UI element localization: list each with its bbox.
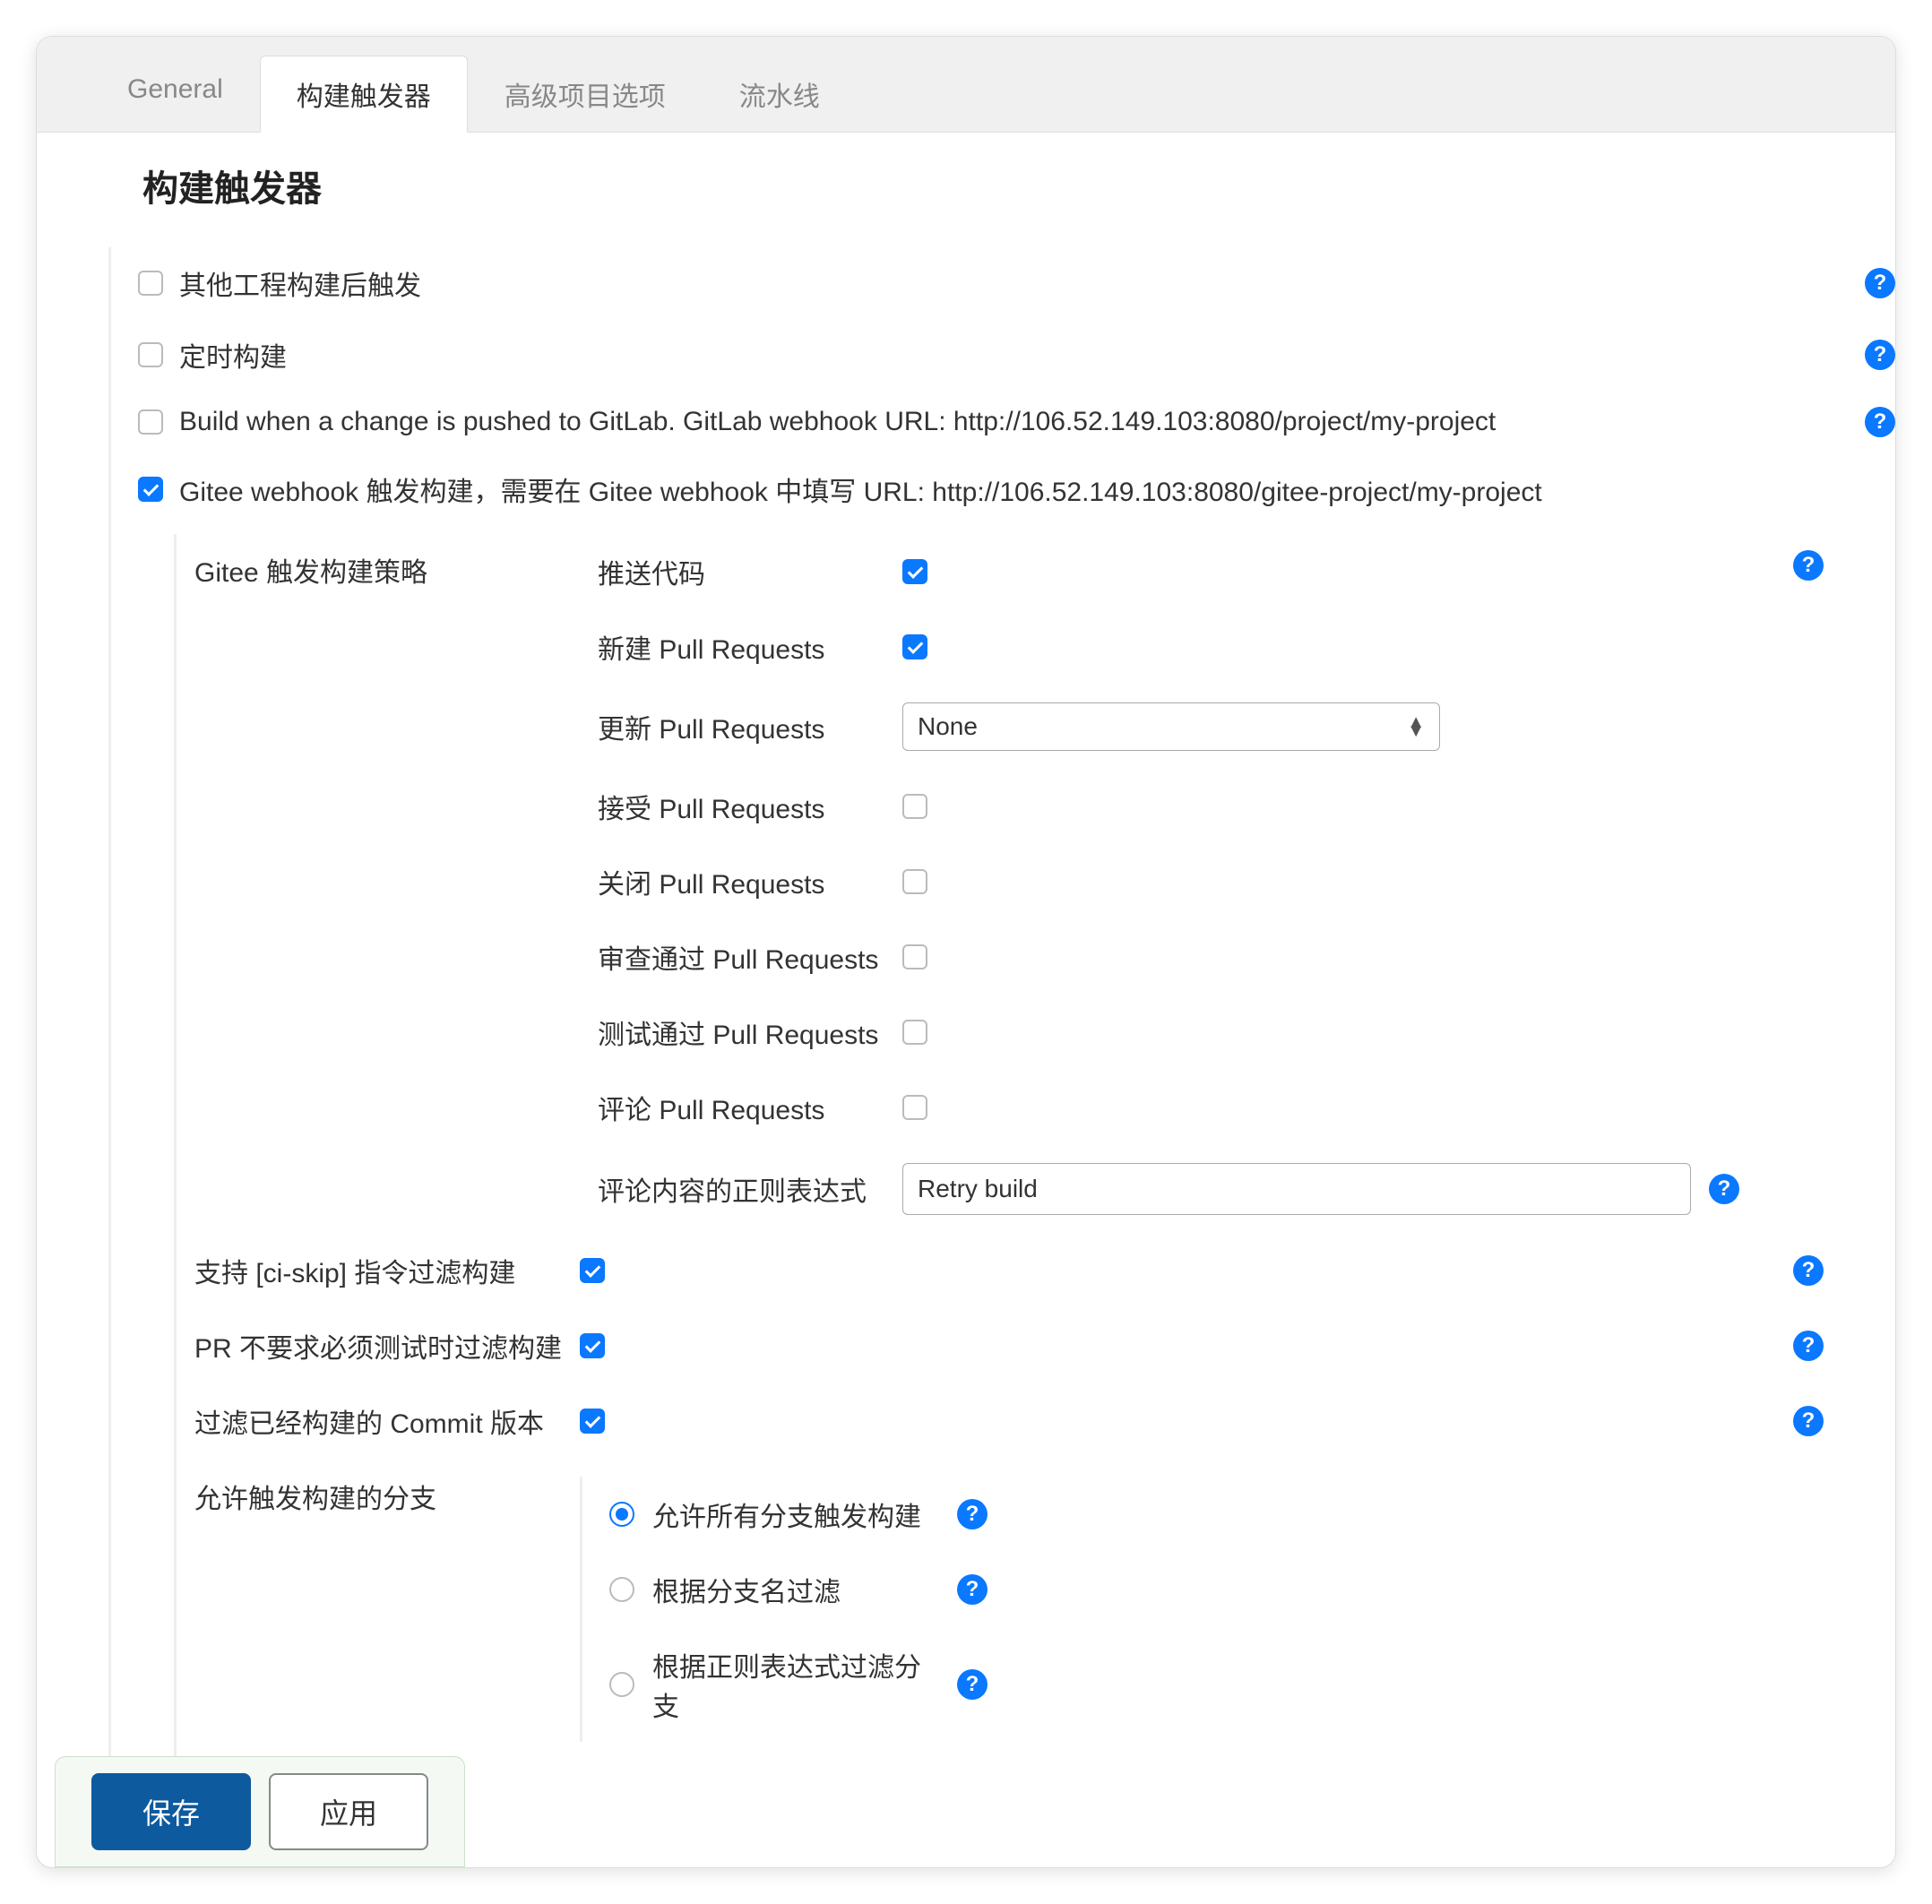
- update-pr-select[interactable]: None ▲▼: [902, 702, 1440, 751]
- branch-name-label: 根据分支名过滤: [652, 1570, 921, 1609]
- help-icon[interactable]: ?: [1793, 1255, 1824, 1286]
- trigger-other-project-label: 其他工程构建后触发: [179, 263, 421, 303]
- comment-pr-label: 评论 Pull Requests: [598, 1088, 902, 1127]
- comment-regex-input[interactable]: [902, 1163, 1691, 1215]
- trigger-gitlab-checkbox[interactable]: [138, 409, 163, 435]
- review-pr-checkbox[interactable]: [902, 944, 927, 969]
- tab-advanced[interactable]: 高级项目选项: [468, 56, 703, 133]
- new-pr-row: 新建 Pull Requests: [598, 609, 1824, 685]
- allowed-branches-label: 允许触发构建的分支: [194, 1477, 580, 1516]
- branch-regex-radio[interactable]: [609, 1672, 634, 1697]
- filter-built-row: 过滤已经构建的 Commit 版本 ?: [194, 1383, 1824, 1459]
- trigger-gitlab-row: Build when a change is pushed to GitLab.…: [138, 391, 1824, 453]
- push-row: 推送代码: [598, 534, 1824, 609]
- test-pr-label: 测试通过 Pull Requests: [598, 1012, 902, 1052]
- gitee-config: ? Gitee 触发构建策略 推送代码 新建 Pull Requests: [174, 534, 1824, 1760]
- push-checkbox[interactable]: [902, 559, 927, 584]
- apply-button[interactable]: 应用: [269, 1773, 428, 1850]
- triggers-list: 其他工程构建后触发 ? 定时构建 ? Build when a change i…: [108, 247, 1824, 1760]
- filter-built-checkbox[interactable]: [580, 1409, 605, 1434]
- trigger-other-project-row: 其他工程构建后触发 ?: [138, 247, 1824, 319]
- branch-options: 允许所有分支触发构建 ? 根据分支名过滤 ? 根据正则表达式过滤分支 ?: [580, 1477, 1824, 1742]
- comment-regex-row: 评论内容的正则表达式 ?: [598, 1145, 1824, 1233]
- branch-regex-label: 根据正则表达式过滤分支: [652, 1645, 921, 1724]
- pr-no-test-label: PR 不要求必须测试时过滤构建: [194, 1326, 580, 1366]
- content-area: 构建触发器 其他工程构建后触发 ? 定时构建 ? Build when a ch…: [37, 133, 1895, 1867]
- test-pr-row: 测试通过 Pull Requests: [598, 995, 1824, 1070]
- tab-bar: General 构建触发器 高级项目选项 流水线: [37, 37, 1895, 133]
- footer-buttons: 保存 应用: [55, 1756, 465, 1867]
- new-pr-checkbox[interactable]: [902, 634, 927, 659]
- save-button[interactable]: 保存: [91, 1773, 251, 1850]
- update-pr-label: 更新 Pull Requests: [598, 707, 902, 746]
- close-pr-label: 关闭 Pull Requests: [598, 862, 902, 901]
- review-pr-row: 审查通过 Pull Requests: [598, 919, 1824, 995]
- section-title: 构建触发器: [142, 159, 1824, 211]
- trigger-gitee-checkbox[interactable]: [138, 477, 163, 502]
- branch-name-row: 根据分支名过滤 ?: [609, 1552, 1824, 1627]
- branch-all-radio[interactable]: [609, 1502, 634, 1527]
- branch-all-row: 允许所有分支触发构建 ?: [609, 1477, 1824, 1552]
- ci-skip-checkbox[interactable]: [580, 1258, 605, 1283]
- pr-no-test-row: PR 不要求必须测试时过滤构建 ?: [194, 1308, 1824, 1383]
- tab-triggers[interactable]: 构建触发器: [260, 56, 468, 133]
- close-pr-row: 关闭 Pull Requests: [598, 844, 1824, 919]
- pr-no-test-checkbox[interactable]: [580, 1333, 605, 1358]
- trigger-gitee-row: Gitee webhook 触发构建，需要在 Gitee webhook 中填写…: [138, 453, 1824, 525]
- select-arrows-icon: ▲▼: [1407, 718, 1425, 736]
- help-icon[interactable]: ?: [1793, 1331, 1824, 1361]
- close-pr-checkbox[interactable]: [902, 869, 927, 894]
- update-pr-value: None: [918, 712, 978, 741]
- ci-skip-row: 支持 [ci-skip] 指令过滤构建 ?: [194, 1233, 1824, 1308]
- trigger-other-project-checkbox[interactable]: [138, 271, 163, 296]
- test-pr-checkbox[interactable]: [902, 1020, 927, 1045]
- filter-built-label: 过滤已经构建的 Commit 版本: [194, 1401, 580, 1441]
- trigger-timed-label: 定时构建: [179, 335, 287, 375]
- help-icon[interactable]: ?: [1865, 407, 1895, 437]
- tab-pipeline[interactable]: 流水线: [703, 56, 857, 133]
- trigger-gitlab-label: Build when a change is pushed to GitLab.…: [179, 407, 1496, 437]
- comment-regex-label: 评论内容的正则表达式: [598, 1169, 902, 1209]
- push-label: 推送代码: [598, 552, 902, 591]
- tab-general[interactable]: General: [91, 56, 260, 133]
- help-icon[interactable]: ?: [957, 1499, 988, 1529]
- branch-name-radio[interactable]: [609, 1577, 634, 1602]
- branch-regex-row: 根据正则表达式过滤分支 ?: [609, 1627, 1824, 1742]
- accept-pr-checkbox[interactable]: [902, 794, 927, 819]
- new-pr-label: 新建 Pull Requests: [598, 627, 902, 667]
- help-icon[interactable]: ?: [957, 1574, 988, 1605]
- help-icon[interactable]: ?: [1865, 268, 1895, 298]
- ci-skip-label: 支持 [ci-skip] 指令过滤构建: [194, 1251, 580, 1290]
- help-icon[interactable]: ?: [957, 1669, 988, 1700]
- allowed-branches-row: 允许触发构建的分支 允许所有分支触发构建 ? 根据分支名过滤 ?: [194, 1459, 1824, 1760]
- review-pr-label: 审查通过 Pull Requests: [598, 937, 902, 977]
- config-window: General 构建触发器 高级项目选项 流水线 构建触发器 其他工程构建后触发…: [36, 36, 1896, 1868]
- trigger-gitee-label: Gitee webhook 触发构建，需要在 Gitee webhook 中填写…: [179, 470, 1542, 509]
- trigger-timed-checkbox[interactable]: [138, 342, 163, 367]
- accept-pr-label: 接受 Pull Requests: [598, 787, 902, 826]
- help-icon[interactable]: ?: [1865, 340, 1895, 370]
- trigger-timed-row: 定时构建 ?: [138, 319, 1824, 391]
- gitee-strategy-section: ? Gitee 触发构建策略 推送代码 新建 Pull Requests: [194, 534, 1824, 1233]
- help-icon[interactable]: ?: [1709, 1174, 1739, 1204]
- strategy-title: Gitee 触发构建策略: [194, 558, 427, 588]
- comment-pr-row: 评论 Pull Requests: [598, 1070, 1824, 1145]
- branch-all-label: 允许所有分支触发构建: [652, 1495, 921, 1534]
- update-pr-row: 更新 Pull Requests None ▲▼: [598, 685, 1824, 769]
- help-icon[interactable]: ?: [1793, 1406, 1824, 1436]
- accept-pr-row: 接受 Pull Requests: [598, 769, 1824, 844]
- comment-pr-checkbox[interactable]: [902, 1095, 927, 1120]
